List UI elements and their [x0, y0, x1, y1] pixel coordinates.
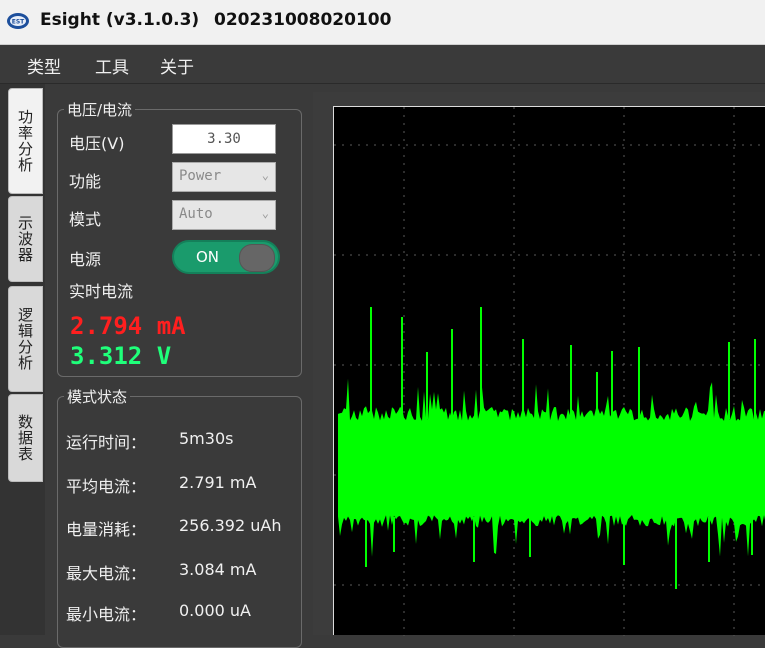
max-current-value: 3.084 mA	[179, 560, 257, 579]
mode-select[interactable]: Auto ⌄	[172, 200, 276, 230]
waveform-svg	[334, 107, 765, 636]
mode-label: 模式	[69, 210, 102, 229]
voltage-input[interactable]: 3.30	[172, 124, 276, 154]
power-toggle[interactable]: ON	[172, 240, 280, 274]
voltage-current-title: 电压/电流	[64, 99, 136, 120]
tab-data-table[interactable]: 数据表	[8, 394, 43, 482]
power-label: 电源	[69, 250, 102, 269]
realtime-current-label: 实时电流	[69, 282, 134, 301]
avg-current-value: 2.791 mA	[179, 473, 257, 492]
svg-text:EST: EST	[12, 19, 25, 26]
energy-value: 256.392 uAh	[179, 516, 282, 535]
tab-logic-analysis[interactable]: 逻辑分析	[8, 286, 43, 392]
window-title: Esight (v3.1.0.3)	[40, 10, 200, 30]
mode-status-title: 模式状态	[64, 386, 131, 407]
min-current-value: 0.000 uA	[179, 601, 251, 620]
menu-bar: 类型 工具 关于	[0, 45, 765, 84]
live-current-readout: 2.794 mA	[70, 312, 186, 340]
energy-label: 电量消耗：	[66, 520, 147, 539]
app-logo-icon: EST	[7, 13, 29, 29]
chevron-down-icon: ⌄	[261, 206, 269, 220]
title-bar: EST Esight (v3.1.0.3) 020231008020100	[0, 0, 765, 45]
toggle-knob	[239, 244, 275, 272]
voltage-label: 电压(V)	[69, 134, 125, 153]
menu-type[interactable]: 类型	[27, 53, 61, 78]
plot-grid	[334, 107, 765, 636]
tab-power-analysis[interactable]: 功率分析	[8, 88, 43, 194]
waveform-plot[interactable]	[333, 106, 765, 636]
function-select-value: Power	[179, 168, 222, 184]
mode-select-value: Auto	[179, 206, 213, 222]
menu-tools[interactable]: 工具	[95, 53, 129, 78]
min-current-label: 最小电流：	[66, 605, 147, 624]
runtime-value: 5m30s	[179, 429, 234, 448]
runtime-label: 运行时间：	[66, 433, 147, 452]
function-label: 功能	[69, 172, 102, 191]
avg-current-label: 平均电流：	[66, 477, 147, 496]
tab-oscilloscope[interactable]: 示波器	[8, 196, 43, 282]
function-select[interactable]: Power ⌄	[172, 162, 276, 192]
menu-about[interactable]: 关于	[160, 53, 194, 78]
max-current-label: 最大电流：	[66, 564, 147, 583]
side-tab-bar: 功率分析 示波器 逻辑分析 数据表	[0, 84, 45, 635]
device-serial: 020231008020100	[214, 10, 392, 30]
live-voltage-readout: 3.312 V	[70, 342, 172, 370]
chevron-down-icon: ⌄	[261, 168, 269, 182]
power-toggle-state: ON	[196, 248, 220, 266]
